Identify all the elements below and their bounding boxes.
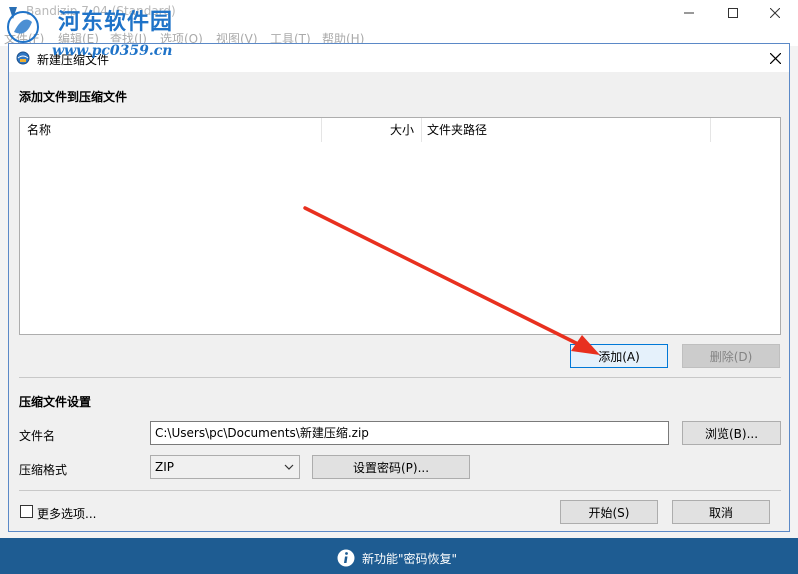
watermark-url: www.pc0359.cn bbox=[52, 43, 173, 59]
watermark-title: 河东软件园 bbox=[58, 9, 174, 35]
new-archive-dialog: 新建压缩文件 添加文件到压缩文件 名称 大小 文件夹路径 添加(A) 删除(D)… bbox=[8, 43, 790, 532]
maximize-icon bbox=[728, 8, 738, 18]
file-list[interactable]: 名称 大小 文件夹路径 bbox=[19, 117, 781, 335]
browse-button[interactable]: 浏览(B)... bbox=[682, 421, 781, 445]
start-button[interactable]: 开始(S) bbox=[560, 500, 658, 524]
more-options-checkbox[interactable] bbox=[20, 505, 33, 518]
divider bbox=[19, 490, 781, 491]
more-options-label[interactable]: 更多选项... bbox=[37, 505, 96, 522]
filename-label: 文件名 bbox=[19, 429, 56, 443]
set-password-button[interactable]: 设置密码(P)... bbox=[312, 455, 470, 479]
watermark-logo-icon bbox=[7, 11, 39, 43]
column-separator bbox=[421, 118, 422, 142]
maximize-button[interactable] bbox=[710, 0, 756, 26]
delete-button[interactable]: 删除(D) bbox=[682, 344, 780, 368]
close-icon bbox=[769, 52, 781, 64]
info-icon bbox=[337, 549, 355, 567]
column-header-size[interactable]: 大小 bbox=[390, 118, 414, 142]
archive-settings-section-title: 压缩文件设置 bbox=[19, 395, 92, 409]
cancel-button[interactable]: 取消 bbox=[672, 500, 770, 524]
dialog-close-button[interactable] bbox=[761, 44, 789, 72]
column-separator bbox=[710, 118, 711, 142]
close-icon bbox=[770, 8, 780, 18]
format-select[interactable]: ZIP bbox=[150, 455, 300, 479]
column-separator bbox=[321, 118, 322, 142]
minimize-button[interactable] bbox=[666, 0, 712, 26]
filename-input[interactable]: C:\Users\pc\Documents\新建压缩.zip bbox=[150, 421, 669, 445]
column-header-folder-path[interactable]: 文件夹路径 bbox=[427, 118, 487, 142]
archive-globe-icon bbox=[16, 51, 30, 65]
chevron-down-icon bbox=[284, 464, 294, 470]
minimize-icon bbox=[684, 12, 694, 14]
add-button[interactable]: 添加(A) bbox=[570, 344, 668, 368]
column-header-name[interactable]: 名称 bbox=[27, 118, 51, 142]
add-files-section-title: 添加文件到压缩文件 bbox=[19, 90, 128, 104]
format-select-value: ZIP bbox=[155, 460, 174, 474]
app-close-button[interactable] bbox=[752, 0, 798, 26]
divider bbox=[19, 377, 781, 378]
status-bar: 新功能"密码恢复" bbox=[0, 538, 798, 574]
status-message[interactable]: 新功能"密码恢复" bbox=[362, 550, 457, 567]
format-label: 压缩格式 bbox=[19, 463, 68, 477]
